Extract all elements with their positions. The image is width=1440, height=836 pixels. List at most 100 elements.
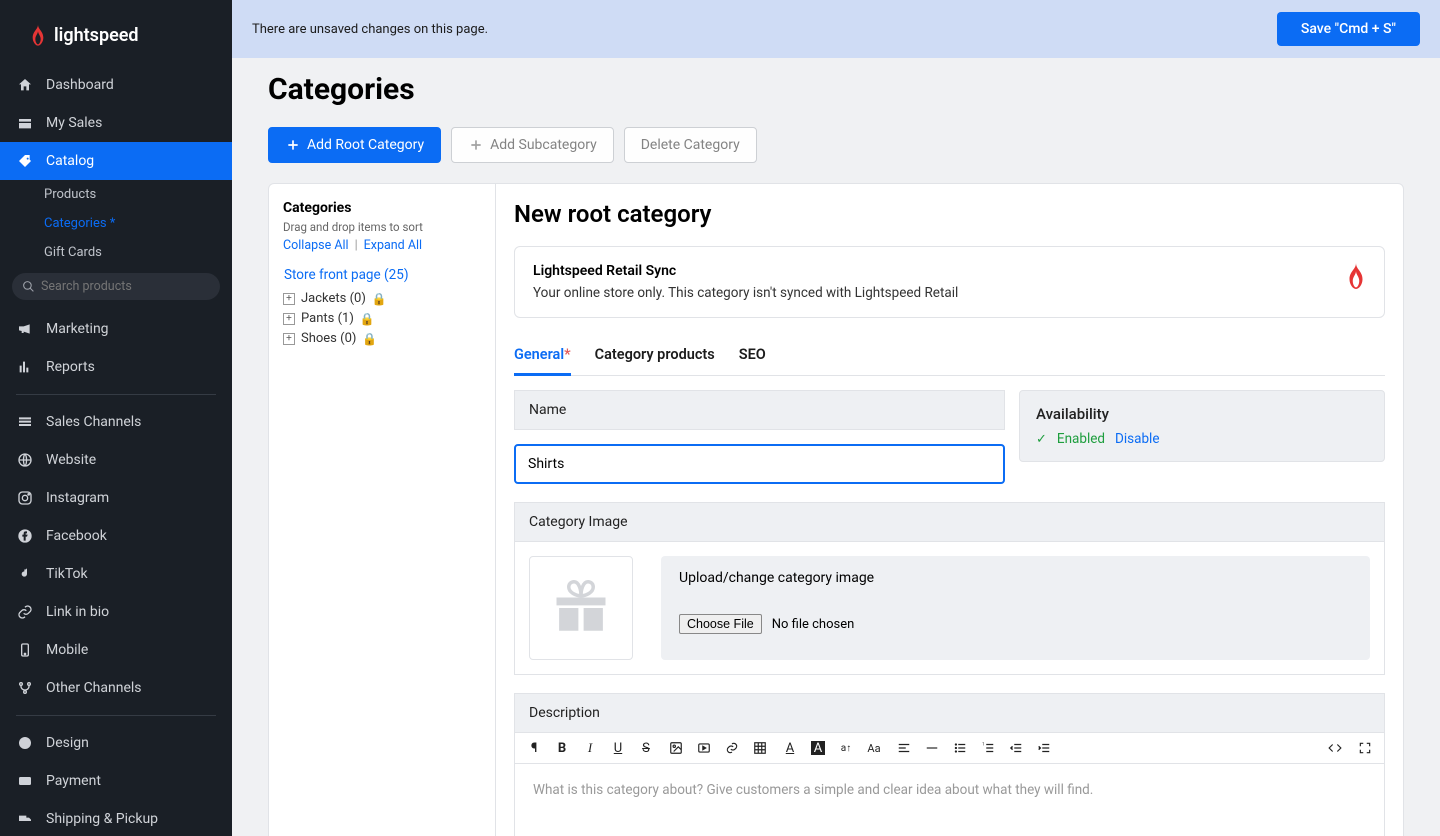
check-icon: ✓ [1036, 432, 1047, 447]
collapse-all-link[interactable]: Collapse All [283, 238, 349, 253]
lightspeed-flame-icon [1346, 263, 1366, 289]
wallet-icon [16, 772, 34, 790]
sales-icon [16, 114, 34, 132]
italic-icon[interactable]: I [583, 741, 597, 755]
enabled-label: Enabled [1057, 431, 1105, 447]
tab-seo[interactable]: SEO [739, 346, 766, 375]
description-editor[interactable]: What is this category about? Give custom… [514, 764, 1385, 836]
facebook-icon [16, 527, 34, 545]
main: There are unsaved changes on this page. … [232, 0, 1440, 836]
subnav-products[interactable]: Products [0, 180, 232, 209]
underline-icon[interactable]: U [611, 741, 625, 755]
expand-icon[interactable]: + [283, 293, 295, 305]
save-button[interactable]: Save "Cmd + S" [1277, 12, 1420, 46]
nav-payment[interactable]: Payment [0, 762, 232, 800]
search-products[interactable] [12, 273, 220, 300]
tree-item[interactable]: +Pants (1)🔒 [283, 311, 481, 326]
detail-title: New root category [514, 200, 1385, 228]
tab-products[interactable]: Category products [595, 346, 715, 375]
disable-link[interactable]: Disable [1115, 431, 1159, 447]
add-subcategory-button[interactable]: Add Subcategory [451, 127, 614, 163]
add-root-category-button[interactable]: Add Root Category [268, 127, 441, 163]
image-icon[interactable] [669, 741, 683, 755]
tiktok-icon [16, 565, 34, 583]
tree-root[interactable]: Store front page (25) [284, 267, 481, 283]
image-section: Upload/change category image Choose File… [514, 542, 1385, 675]
expand-icon[interactable]: + [283, 313, 295, 325]
nav-marketing[interactable]: Marketing [0, 310, 232, 348]
upload-box: Upload/change category image Choose File… [661, 556, 1370, 660]
paragraph-icon[interactable]: ¶ [527, 741, 541, 755]
nav-mobile[interactable]: Mobile [0, 631, 232, 669]
fontcase-icon[interactable]: Aa [867, 741, 881, 755]
tag-icon [16, 152, 34, 170]
ul-icon[interactable] [953, 741, 967, 755]
nav-catalog[interactable]: Catalog [0, 142, 232, 180]
search-icon [22, 280, 35, 293]
search-input[interactable] [41, 279, 210, 294]
nav-other[interactable]: Other Channels [0, 669, 232, 707]
nav-design[interactable]: Design [0, 724, 232, 762]
table-icon[interactable] [753, 741, 767, 755]
tree-item[interactable]: +Shoes (0)🔒 [283, 331, 481, 346]
action-buttons: Add Root Category Add Subcategory Delete… [268, 127, 1404, 163]
availability-card: Availability ✓ Enabled Disable [1019, 390, 1385, 462]
nav-dashboard[interactable]: Dashboard [0, 66, 232, 104]
sidebar: lightspeed Dashboard My Sales Catalog Pr… [0, 0, 232, 836]
delete-category-button[interactable]: Delete Category [624, 127, 757, 163]
branch-icon [16, 679, 34, 697]
strike-icon[interactable]: S [639, 741, 653, 755]
megaphone-icon [16, 320, 34, 338]
bold-icon[interactable]: B [555, 741, 569, 755]
nav-tiktok[interactable]: TikTok [0, 555, 232, 593]
fullscreen-icon[interactable] [1358, 741, 1372, 755]
align-icon[interactable] [897, 741, 911, 755]
outdent-icon[interactable] [1009, 741, 1023, 755]
nav-saleschannels[interactable]: Sales Channels [0, 403, 232, 441]
form-row: Name Availability ✓ Enabled Disable [514, 390, 1385, 502]
expand-all-link[interactable]: Expand All [364, 238, 422, 253]
tree-controls: Collapse All|Expand All [283, 238, 481, 253]
expand-icon[interactable]: + [283, 333, 295, 345]
nav-instagram[interactable]: Instagram [0, 479, 232, 517]
video-icon[interactable] [697, 741, 711, 755]
indent-icon[interactable] [1037, 741, 1051, 755]
category-name-input[interactable] [514, 444, 1005, 484]
link-icon[interactable] [725, 741, 739, 755]
category-image-label: Category Image [514, 502, 1385, 542]
category-layout: Categories Drag and drop items to sort C… [268, 183, 1404, 836]
nav-facebook[interactable]: Facebook [0, 517, 232, 555]
fontsize-icon[interactable]: a↑ [839, 741, 853, 755]
nav-website[interactable]: Website [0, 441, 232, 479]
highlight-icon[interactable]: A [811, 741, 825, 755]
home-icon [16, 76, 34, 94]
subnav-categories[interactable]: Categories * [0, 209, 232, 238]
link-icon [16, 603, 34, 621]
nav-shipping[interactable]: Shipping & Pickup [0, 800, 232, 836]
category-image-thumb[interactable] [529, 556, 633, 660]
sync-title: Lightspeed Retail Sync [533, 263, 958, 279]
description-label: Description [514, 693, 1385, 733]
subnav-giftcards[interactable]: Gift Cards [0, 238, 232, 267]
nav-mysales[interactable]: My Sales [0, 104, 232, 142]
code-icon[interactable] [1328, 741, 1342, 755]
gift-placeholder-icon [546, 573, 616, 643]
nav-reports[interactable]: Reports [0, 348, 232, 386]
tree-item[interactable]: +Jackets (0)🔒 [283, 291, 481, 306]
ol-icon[interactable]: 1 [981, 741, 995, 755]
mobile-icon [16, 641, 34, 659]
content: Categories Add Root Category Add Subcate… [232, 58, 1440, 836]
textcolor-icon[interactable]: A [783, 741, 797, 755]
unsaved-banner: There are unsaved changes on this page. … [232, 0, 1440, 58]
category-detail-panel: New root category Lightspeed Retail Sync… [496, 183, 1404, 836]
instagram-icon [16, 489, 34, 507]
upload-title: Upload/change category image [679, 570, 1352, 586]
hr-icon[interactable] [925, 741, 939, 755]
nav-linkinbio[interactable]: Link in bio [0, 593, 232, 631]
lock-icon: 🔒 [360, 312, 375, 326]
name-label: Name [514, 390, 1005, 430]
description-section: Description ¶ B I U S [514, 693, 1385, 836]
choose-file-button[interactable]: Choose File [679, 614, 762, 634]
lock-icon: 🔒 [362, 332, 377, 346]
tab-general[interactable]: General* [514, 346, 571, 376]
